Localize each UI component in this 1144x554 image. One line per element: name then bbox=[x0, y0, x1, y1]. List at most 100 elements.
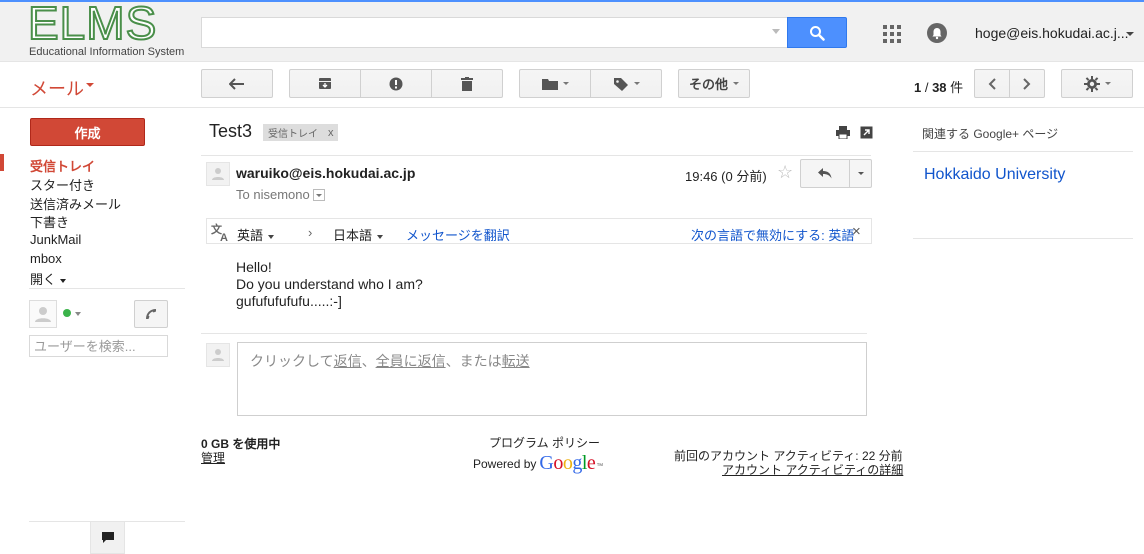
reply-all-link[interactable]: 全員に返信 bbox=[376, 353, 446, 369]
status-caret-icon[interactable] bbox=[75, 312, 81, 316]
message-subject: Test3 bbox=[209, 121, 253, 141]
sidebar-item-sent[interactable]: 送信済みメール bbox=[30, 194, 121, 213]
pager-range: 1 bbox=[914, 80, 922, 95]
search-options-caret[interactable] bbox=[772, 29, 780, 34]
chevron-left-icon bbox=[988, 77, 996, 90]
reply-icon bbox=[818, 168, 832, 179]
status-online-icon[interactable] bbox=[63, 309, 71, 317]
back-button[interactable] bbox=[201, 69, 273, 98]
move-to-button[interactable] bbox=[519, 69, 591, 98]
reply-more-button[interactable] bbox=[849, 159, 872, 188]
avatar-icon bbox=[212, 349, 224, 361]
powered-by-google: Powered by Google ™ bbox=[473, 452, 603, 475]
archive-icon bbox=[319, 78, 331, 89]
apps-grid-icon[interactable] bbox=[882, 24, 902, 44]
disable-translation-link[interactable]: 次の言語で無効にする: 英語 bbox=[691, 225, 854, 244]
account-name[interactable]: hoge@eis.hokudai.ac.j... bbox=[975, 25, 1129, 41]
inbox-label-chip[interactable]: 受信トレイ x bbox=[263, 124, 338, 141]
folder-icon bbox=[541, 78, 558, 90]
newer-button[interactable] bbox=[974, 69, 1010, 98]
sidebar-item-drafts[interactable]: 下書き bbox=[30, 212, 69, 231]
recipient-text: To nisemono bbox=[236, 187, 310, 202]
sidebar-item-starred[interactable]: スター付き bbox=[30, 175, 95, 194]
pager-total: 38 bbox=[932, 80, 947, 95]
elms-logo[interactable]: ELMS Educational Information System bbox=[27, 0, 184, 60]
settings-caret-icon bbox=[1104, 82, 1111, 85]
sidebar-item-more[interactable]: 開く bbox=[30, 269, 67, 288]
toolbar: メール その他 1 / 38 件 bbox=[0, 62, 1144, 108]
chat-avatar[interactable] bbox=[29, 300, 57, 328]
mail-menu-caret-icon[interactable] bbox=[86, 83, 94, 87]
chevron-right-icon bbox=[1023, 77, 1031, 90]
reply-link[interactable]: 返信 bbox=[334, 353, 362, 369]
close-translate-button[interactable]: × bbox=[852, 223, 861, 240]
older-button[interactable] bbox=[1009, 69, 1045, 98]
forward-link[interactable]: 転送 bbox=[502, 353, 530, 369]
new-window-icon bbox=[860, 126, 873, 139]
powered-by-text: Powered by bbox=[473, 456, 537, 471]
translate-message-link[interactable]: メッセージを翻訳 bbox=[406, 225, 510, 244]
pager-unit: 件 bbox=[950, 80, 964, 95]
sidebar-item-mbox[interactable]: mbox bbox=[30, 251, 62, 266]
message-divider bbox=[201, 155, 871, 156]
source-language-select[interactable]: 英語 bbox=[237, 225, 275, 244]
archive-button[interactable] bbox=[289, 69, 361, 98]
user-search-input[interactable] bbox=[29, 335, 168, 357]
search-button[interactable] bbox=[787, 17, 847, 48]
translate-arrow-icon: › bbox=[308, 225, 313, 240]
activity-details-link[interactable]: アカウント アクティビティの詳細 bbox=[722, 461, 903, 478]
call-button[interactable] bbox=[134, 300, 168, 328]
reply-more-caret-icon bbox=[857, 172, 864, 175]
back-arrow-icon bbox=[229, 77, 244, 90]
chat-icon bbox=[101, 531, 114, 543]
program-policy-link[interactable]: プログラム ポリシー bbox=[489, 434, 600, 451]
account-caret-icon[interactable] bbox=[1126, 32, 1134, 36]
right-panel-divider bbox=[913, 151, 1133, 152]
notifications-icon[interactable] bbox=[927, 23, 947, 43]
remove-label-button[interactable]: x bbox=[328, 127, 334, 139]
manage-storage-link[interactable]: 管理 bbox=[201, 449, 225, 466]
reply-prompt-sep2: 、または bbox=[445, 353, 502, 369]
reply-prompt-box[interactable]: クリックして返信、全員に返信、または転送 bbox=[237, 342, 867, 416]
sidebar-more-caret-icon bbox=[60, 278, 67, 283]
source-language-caret-icon bbox=[268, 234, 275, 239]
sidebar-item-junkmail[interactable]: JunkMail bbox=[30, 232, 81, 247]
related-gplus-title: 関連する Google+ ページ bbox=[922, 127, 1059, 141]
reply-button[interactable] bbox=[800, 159, 850, 188]
svg-text:A: A bbox=[220, 232, 228, 242]
sidebar-more-label: 開く bbox=[30, 272, 57, 287]
chat-toggle-button[interactable] bbox=[90, 522, 125, 554]
my-avatar bbox=[206, 343, 230, 367]
inbox-label-text: 受信トレイ bbox=[268, 129, 318, 140]
target-language-select[interactable]: 日本語 bbox=[333, 225, 384, 244]
sidebar-item-inbox[interactable]: 受信トレイ bbox=[30, 156, 95, 175]
trademark-symbol: ™ bbox=[596, 463, 604, 470]
search-input[interactable] bbox=[201, 17, 788, 48]
reply-divider bbox=[201, 333, 867, 334]
print-all-button[interactable] bbox=[836, 126, 850, 142]
more-button[interactable]: その他 bbox=[678, 69, 750, 98]
compose-button[interactable]: 作成 bbox=[30, 118, 145, 146]
open-new-window-button[interactable] bbox=[860, 126, 873, 142]
logo-subtitle: Educational Information System bbox=[29, 46, 185, 58]
translate-icon: 文A bbox=[211, 222, 231, 245]
star-icon[interactable]: ☆ bbox=[777, 162, 793, 183]
more-caret-icon bbox=[733, 82, 739, 85]
report-spam-icon bbox=[389, 77, 403, 90]
message-body: Hello! Do you understand who I am? gufuf… bbox=[236, 259, 423, 309]
labels-caret-icon bbox=[633, 82, 640, 85]
delete-button[interactable] bbox=[431, 69, 503, 98]
gplus-page-link[interactable]: Hokkaido University bbox=[924, 166, 1065, 184]
mail-menu[interactable]: メール bbox=[30, 75, 84, 101]
settings-button[interactable] bbox=[1061, 69, 1133, 98]
report-spam-button[interactable] bbox=[360, 69, 432, 98]
recipient-line: To nisemono bbox=[236, 187, 325, 202]
show-details-caret-icon[interactable] bbox=[312, 188, 325, 201]
nav-divider bbox=[29, 288, 185, 289]
sender-email[interactable]: waruiko@eis.hokudai.ac.jp bbox=[236, 165, 415, 181]
translate-bar: 文A 英語 › 日本語 メッセージを翻訳 次の言語で無効にする: 英語 × bbox=[206, 218, 872, 244]
reply-prompt-prefix: クリックして bbox=[250, 353, 334, 369]
search-icon bbox=[810, 25, 825, 41]
trash-icon bbox=[461, 76, 473, 91]
labels-button[interactable] bbox=[590, 69, 662, 98]
